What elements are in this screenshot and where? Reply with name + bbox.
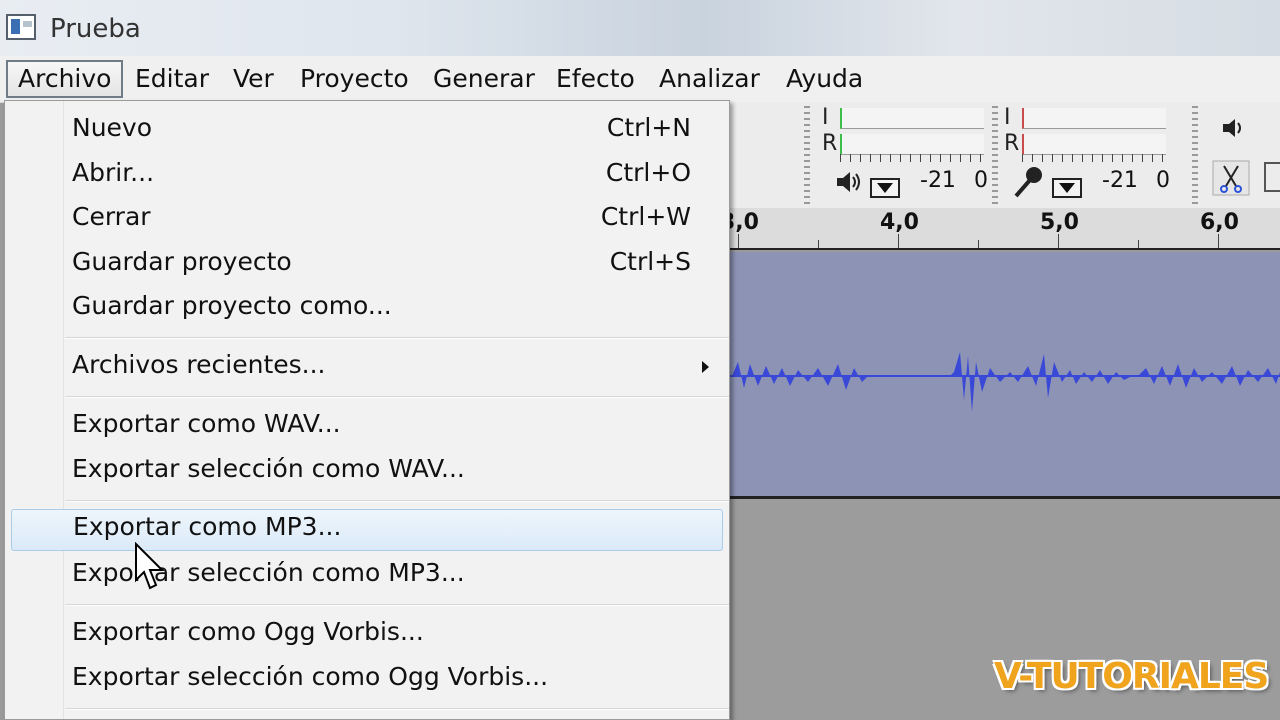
menu-item-abrir[interactable]: Abrir... Ctrl+O	[5, 155, 729, 195]
record-db-label: -21	[1102, 168, 1138, 193]
timeline-ruler[interactable]: 3,0 4,0 5,0 6,0	[720, 208, 1280, 250]
menu-generar[interactable]: Generar	[423, 60, 545, 98]
menu-item-label: Archivos recientes...	[72, 350, 326, 379]
menu-item-label: Exportar como WAV...	[72, 409, 341, 438]
meter-bar-left	[840, 108, 984, 129]
menu-ayuda[interactable]: Ayuda	[776, 60, 873, 98]
menu-separator	[65, 396, 729, 398]
menu-item-exportar-seleccion-ogg[interactable]: Exportar selección como Ogg Vorbis...	[5, 659, 729, 699]
menu-separator	[65, 500, 729, 502]
menu-item-label: Exportar selección como WAV...	[72, 454, 465, 483]
toolbar-button-partial[interactable]	[1264, 162, 1280, 192]
volume-icon[interactable]	[1220, 114, 1248, 142]
menu-item-nuevo[interactable]: Nuevo Ctrl+N	[5, 110, 729, 150]
menu-item-shortcut: Ctrl+W	[600, 202, 691, 231]
ruler-label: 6,0	[1200, 210, 1239, 235]
menu-item-label: Exportar selección como Ogg Vorbis...	[72, 662, 549, 691]
menu-separator	[65, 604, 729, 606]
menu-item-label: Exportar como MP3...	[73, 512, 342, 541]
mouse-cursor-icon	[135, 542, 165, 590]
ruler-tick	[898, 234, 899, 248]
menu-item-exportar-mp3[interactable]: Exportar como MP3...	[11, 509, 723, 551]
ruler-tick	[1218, 234, 1219, 248]
title-bar: Prueba	[0, 0, 1280, 56]
record-zero-label: 0	[1156, 168, 1170, 193]
menu-proyecto[interactable]: Proyecto	[290, 60, 419, 98]
ruler-tick	[978, 240, 979, 248]
speaker-icon[interactable]	[834, 168, 862, 196]
ruler-tick	[818, 240, 819, 248]
meter-bar-left	[1022, 108, 1166, 129]
menu-ver[interactable]: Ver	[223, 60, 284, 98]
menu-editar[interactable]: Editar	[125, 60, 219, 98]
menu-item-guardar-proyecto[interactable]: Guardar proyecto Ctrl+S	[5, 244, 729, 284]
audio-track[interactable]	[728, 252, 1280, 499]
record-dropdown[interactable]	[1052, 178, 1082, 198]
meter-ticks	[840, 154, 986, 162]
meter-ticks	[1022, 154, 1168, 162]
meter-left-label: I	[1004, 105, 1011, 130]
watermark-logo: V-TUTORIALES	[994, 656, 1269, 697]
toolbar-grip[interactable]	[804, 106, 810, 204]
window-title: Prueba	[50, 14, 141, 44]
submenu-arrow-icon	[702, 361, 709, 373]
record-meter[interactable]: I R	[1004, 105, 1174, 162]
meter-right-label: R	[1004, 131, 1020, 156]
microphone-icon[interactable]	[1010, 164, 1046, 200]
menu-item-exportar-seleccion-wav[interactable]: Exportar selección como WAV...	[5, 451, 729, 491]
playback-zero-label: 0	[974, 168, 988, 193]
meter-bar-right	[840, 134, 984, 155]
ruler-label: 4,0	[880, 210, 919, 235]
menu-item-shortcut: Ctrl+N	[606, 113, 691, 142]
meter-left-label: I	[822, 105, 829, 130]
cut-icon[interactable]	[1212, 160, 1250, 196]
menu-item-exportar-wav[interactable]: Exportar como WAV...	[5, 406, 729, 446]
ruler-tick	[1058, 234, 1059, 248]
menu-item-shortcut: Ctrl+S	[609, 247, 691, 276]
menu-item-archivos-recientes[interactable]: Archivos recientes...	[5, 347, 729, 387]
menu-bar: Archivo Editar Ver Proyecto Generar Efec…	[0, 56, 1280, 103]
menu-item-exportar-seleccion-mp3[interactable]: Exportar selección como MP3...	[5, 555, 729, 595]
playback-meter[interactable]: I R	[822, 105, 992, 162]
toolbar: I R -21 0 I R -21 0	[728, 102, 1280, 208]
menu-item-shortcut: Ctrl+O	[605, 158, 691, 187]
app-icon[interactable]	[6, 14, 36, 40]
menu-item-cerrar[interactable]: Cerrar Ctrl+W	[5, 199, 729, 239]
menu-separator	[65, 337, 729, 339]
meter-right-label: R	[822, 131, 838, 156]
meter-bar-right	[1022, 134, 1166, 155]
menu-item-label: Nuevo	[72, 113, 153, 142]
menu-analizar[interactable]: Analizar	[649, 60, 770, 98]
menu-item-label: Exportar como Ogg Vorbis...	[72, 617, 424, 646]
playback-dropdown[interactable]	[870, 178, 900, 198]
menu-item-label: Abrir...	[72, 158, 155, 187]
menu-item-label: Cerrar	[72, 202, 151, 231]
ruler-tick	[738, 234, 739, 248]
toolbar-grip[interactable]	[992, 106, 998, 204]
toolbar-grip[interactable]	[1192, 106, 1198, 204]
menu-item-guardar-proyecto-como[interactable]: Guardar proyecto como...	[5, 288, 729, 328]
ruler-label: 5,0	[1040, 210, 1079, 235]
ruler-tick	[1138, 240, 1139, 248]
menu-item-label: Guardar proyecto como...	[72, 291, 392, 320]
waveform	[728, 352, 1280, 412]
menu-item-exportar-ogg[interactable]: Exportar como Ogg Vorbis...	[5, 614, 729, 654]
menu-efecto[interactable]: Efecto	[546, 60, 645, 98]
file-menu-dropdown: Nuevo Ctrl+N Abrir... Ctrl+O Cerrar Ctrl…	[4, 100, 730, 720]
menu-separator	[65, 708, 729, 710]
menu-archivo[interactable]: Archivo	[6, 60, 124, 98]
menu-item-label: Guardar proyecto	[72, 247, 292, 276]
menu-item-label: Exportar selección como MP3...	[72, 558, 465, 587]
playback-db-label: -21	[920, 168, 956, 193]
